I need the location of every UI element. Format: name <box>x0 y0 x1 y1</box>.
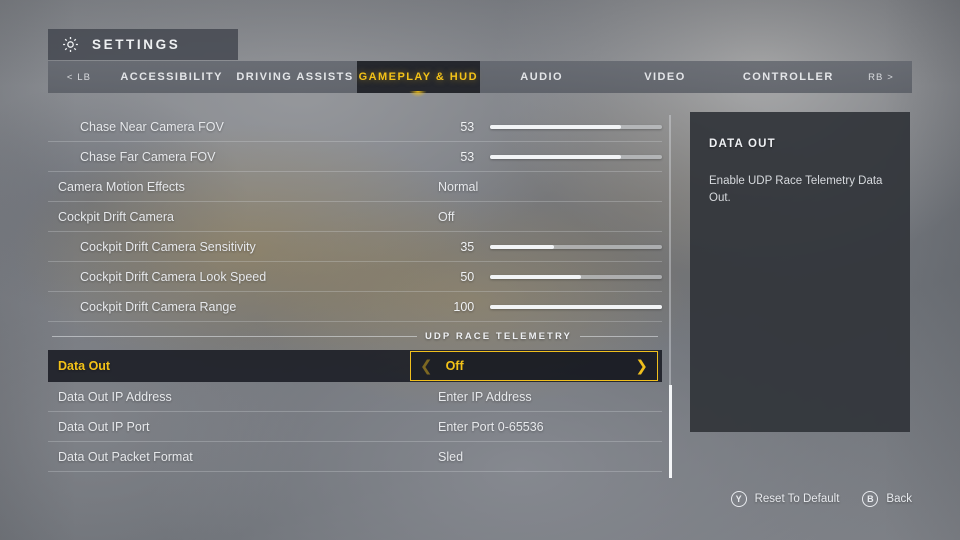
setting-row-camera-motion-effects[interactable]: Camera Motion Effects Normal <box>48 172 662 202</box>
setting-label: Chase Near Camera FOV <box>80 119 224 134</box>
setting-row-chase-near-camera-fov[interactable]: Chase Near Camera FOV 53 <box>48 112 662 142</box>
prev-tab-hint[interactable]: < LB <box>48 61 110 93</box>
tab-bar: < LB ACCESSIBILITY DRIVING ASSISTS GAMEP… <box>48 61 912 100</box>
info-panel-title: DATA OUT <box>709 138 776 150</box>
setting-row-cockpit-drift-camera-range[interactable]: Cockpit Drift Camera Range 100 <box>48 292 662 322</box>
setting-value: 50 <box>438 262 662 291</box>
slider-fill <box>490 244 554 249</box>
slider-value: 100 <box>453 299 475 314</box>
reset-to-default-button[interactable]: Y Reset To Default <box>730 491 840 507</box>
info-panel: DATA OUT Enable UDP Race Telemetry Data … <box>690 112 910 432</box>
setting-value-text: Off <box>438 209 455 224</box>
setting-value: Sled <box>438 442 662 471</box>
setting-row-cockpit-drift-camera[interactable]: Cockpit Drift Camera Off <box>48 202 662 232</box>
setting-label: Cockpit Drift Camera Look Speed <box>80 269 267 284</box>
chevron-right-icon[interactable]: ❯ <box>635 358 648 374</box>
slider-value: 35 <box>460 239 475 254</box>
setting-row-data-out-ip-address[interactable]: Data Out IP Address Enter IP Address <box>48 382 662 412</box>
setting-value: Enter Port 0-65536 <box>438 412 662 441</box>
section-header-udp-race-telemetry: UDP RACE TELEMETRY <box>48 322 662 350</box>
settings-header: SETTINGS <box>48 29 238 60</box>
setting-row-chase-far-camera-fov[interactable]: Chase Far Camera FOV 53 <box>48 142 662 172</box>
settings-list: Chase Near Camera FOV 53 Chase Far Camer… <box>48 112 662 478</box>
setting-row-data-out[interactable]: Data Out ❮ Off ❯ <box>48 350 662 382</box>
slider-track[interactable] <box>490 244 662 249</box>
section-rule-left <box>52 335 417 337</box>
tab-controller[interactable]: CONTROLLER <box>727 61 850 93</box>
button-b-icon: B <box>862 491 879 507</box>
tab-label: VIDEO <box>644 71 686 83</box>
tab-label: GAMEPLAY & HUD <box>358 71 478 83</box>
setting-value: Enter IP Address <box>438 382 662 411</box>
page-title: SETTINGS <box>92 37 181 52</box>
slider-track[interactable] <box>490 304 662 309</box>
setting-label: Cockpit Drift Camera <box>58 209 174 224</box>
info-panel-description: Enable UDP Race Telemetry Data Out. <box>709 175 883 204</box>
slider-value: 53 <box>460 119 475 134</box>
tab-gameplay-and-hud[interactable]: GAMEPLAY & HUD <box>356 61 480 100</box>
setting-row-cockpit-drift-camera-sensitivity[interactable]: Cockpit Drift Camera Sensitivity 35 <box>48 232 662 262</box>
setting-row-cockpit-drift-camera-look-speed[interactable]: Cockpit Drift Camera Look Speed 50 <box>48 262 662 292</box>
active-tab-indicator-icon <box>407 91 430 100</box>
setting-row-data-out-ip-port[interactable]: Data Out IP Port Enter Port 0-65536 <box>48 412 662 442</box>
tab-video[interactable]: VIDEO <box>603 61 726 93</box>
tab-label: AUDIO <box>520 71 563 83</box>
next-tab-hint[interactable]: RB > <box>850 61 912 93</box>
setting-label: Cockpit Drift Camera Range <box>80 299 237 314</box>
slider-fill <box>490 154 621 159</box>
setting-value-text: Sled <box>438 449 464 464</box>
setting-value-text: Normal <box>438 179 479 194</box>
tab-driving-assists[interactable]: DRIVING ASSISTS <box>233 61 356 93</box>
setting-value: 53 <box>438 112 662 141</box>
tab-accessibility[interactable]: ACCESSIBILITY <box>110 61 233 93</box>
slider-value: 53 <box>460 149 475 164</box>
scrollbar-thumb[interactable] <box>669 385 672 478</box>
prompt-label: Reset To Default <box>754 493 840 505</box>
slider-fill <box>490 274 582 279</box>
slider-fill <box>490 304 662 309</box>
setting-value: Normal <box>438 172 662 201</box>
slider-fill <box>490 124 621 129</box>
settings-screen: SETTINGS < LB ACCESSIBILITY DRIVING ASSI… <box>0 0 960 540</box>
setting-value: 53 <box>438 142 662 171</box>
slider-value: 50 <box>460 269 475 284</box>
tab-label: ACCESSIBILITY <box>120 71 223 83</box>
prompt-label: Back <box>886 493 912 505</box>
slider-track[interactable] <box>490 154 662 159</box>
setting-label: Chase Far Camera FOV <box>80 149 216 164</box>
section-rule-right <box>580 335 658 337</box>
tab-audio[interactable]: AUDIO <box>480 61 603 93</box>
slider-track[interactable] <box>490 274 662 279</box>
setting-value: 100 <box>438 292 662 321</box>
section-title: UDP RACE TELEMETRY <box>424 330 572 342</box>
tab-label: CONTROLLER <box>742 71 834 83</box>
setting-value: 35 <box>438 232 662 261</box>
setting-value-text: Enter IP Address <box>438 389 532 404</box>
gear-icon <box>61 35 80 54</box>
chevron-left-icon[interactable]: ❮ <box>420 358 433 374</box>
slider-track[interactable] <box>490 124 662 129</box>
setting-value-text: Enter Port 0-65536 <box>438 419 544 434</box>
setting-label: Camera Motion Effects <box>58 179 185 194</box>
data-out-value-selector[interactable]: ❮ Off ❯ <box>410 351 658 381</box>
setting-label: Data Out <box>58 359 111 373</box>
tab-label: DRIVING ASSISTS <box>236 71 354 83</box>
setting-label: Cockpit Drift Camera Sensitivity <box>80 239 256 254</box>
setting-label: Data Out Packet Format <box>58 449 193 464</box>
setting-row-data-out-packet-format[interactable]: Data Out Packet Format Sled <box>48 442 662 472</box>
footer-prompts: Y Reset To Default B Back <box>730 491 912 507</box>
setting-value: Off <box>438 202 662 231</box>
setting-label: Data Out IP Address <box>58 389 172 404</box>
back-button[interactable]: B Back <box>862 491 912 507</box>
setting-value-text: Off <box>445 359 464 373</box>
setting-label: Data Out IP Port <box>58 419 150 434</box>
button-y-icon: Y <box>730 491 747 507</box>
